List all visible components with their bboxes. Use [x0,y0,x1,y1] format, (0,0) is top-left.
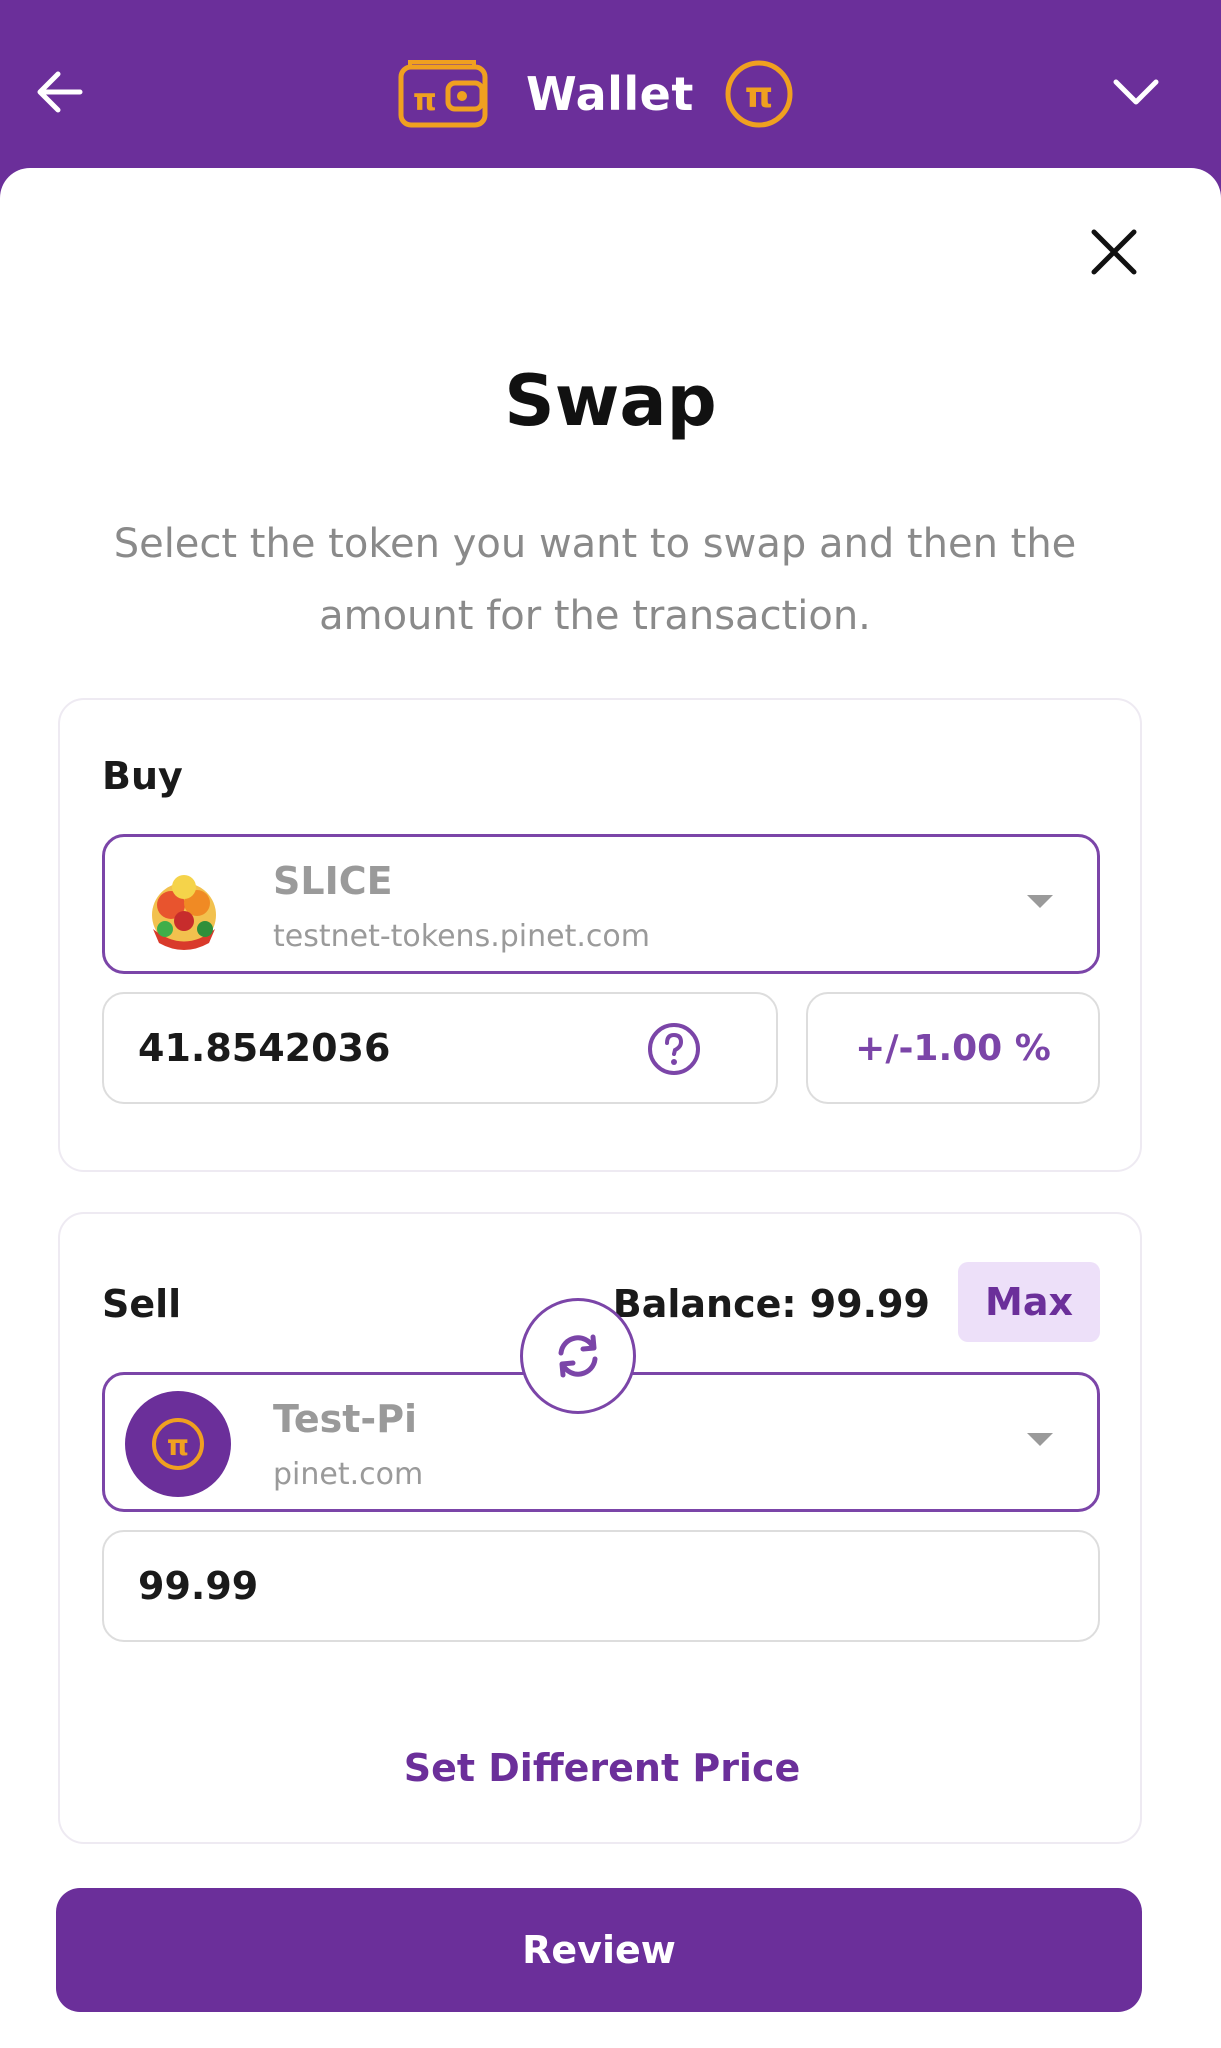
buy-token-select[interactable]: SLICE testnet-tokens.pinet.com [102,834,1100,974]
chevron-down-icon [1027,1433,1053,1446]
buy-amount-field[interactable]: 41.8542036 [102,992,778,1104]
sell-label: Sell [102,1282,182,1326]
buy-amount-value: 41.8542036 [138,1026,391,1070]
dialog-subtitle: Select the token you want to swap and th… [113,521,1077,639]
wallet-icon: π [398,60,488,128]
slippage-button[interactable]: +/-1.00 % [806,992,1100,1104]
max-button[interactable]: Max [958,1262,1100,1342]
buy-label: Buy [102,754,183,798]
dialog-title: Swap [504,360,717,442]
sell-token-name: Test-Pi [273,1397,418,1441]
svg-text:π: π [167,1429,189,1462]
header-menu-button[interactable] [1104,60,1168,124]
svg-text:π: π [413,83,437,118]
refresh-icon [558,1334,598,1378]
back-button[interactable] [28,60,92,124]
swap-direction-button[interactable] [520,1298,636,1414]
chevron-down-icon [1113,79,1159,105]
buy-token-name: SLICE [273,859,393,903]
header-title: Wallet [526,67,694,121]
pi-coin-icon: π [725,60,793,128]
chevron-down-icon [1027,895,1053,908]
slice-token-logo [152,875,216,950]
pi-coin-icon: π [152,1418,204,1470]
close-icon [1091,229,1137,275]
set-different-price-link[interactable]: Set Different Price [60,1746,1144,1790]
header-title-group: π Wallet π [398,52,794,136]
sell-amount-field[interactable]: 99.99 [102,1530,1100,1642]
buy-card: Buy SLICE testnet-tokens.pinet.com 41.85… [58,698,1142,1172]
sell-amount-value: 99.99 [138,1564,259,1608]
help-icon[interactable] [646,1021,702,1077]
balance-label: Balance: 99.99 [612,1282,930,1326]
sell-token-domain: pinet.com [273,1457,424,1492]
test-pi-token-logo: π [125,1391,231,1497]
close-button[interactable] [1082,220,1146,284]
swap-sheet: Swap Select the token you want to swap a… [0,168,1221,2048]
arrow-left-icon [37,71,83,113]
buy-token-domain: testnet-tokens.pinet.com [273,919,650,954]
svg-text:π: π [745,75,773,116]
review-button[interactable]: Review [56,1888,1142,2012]
